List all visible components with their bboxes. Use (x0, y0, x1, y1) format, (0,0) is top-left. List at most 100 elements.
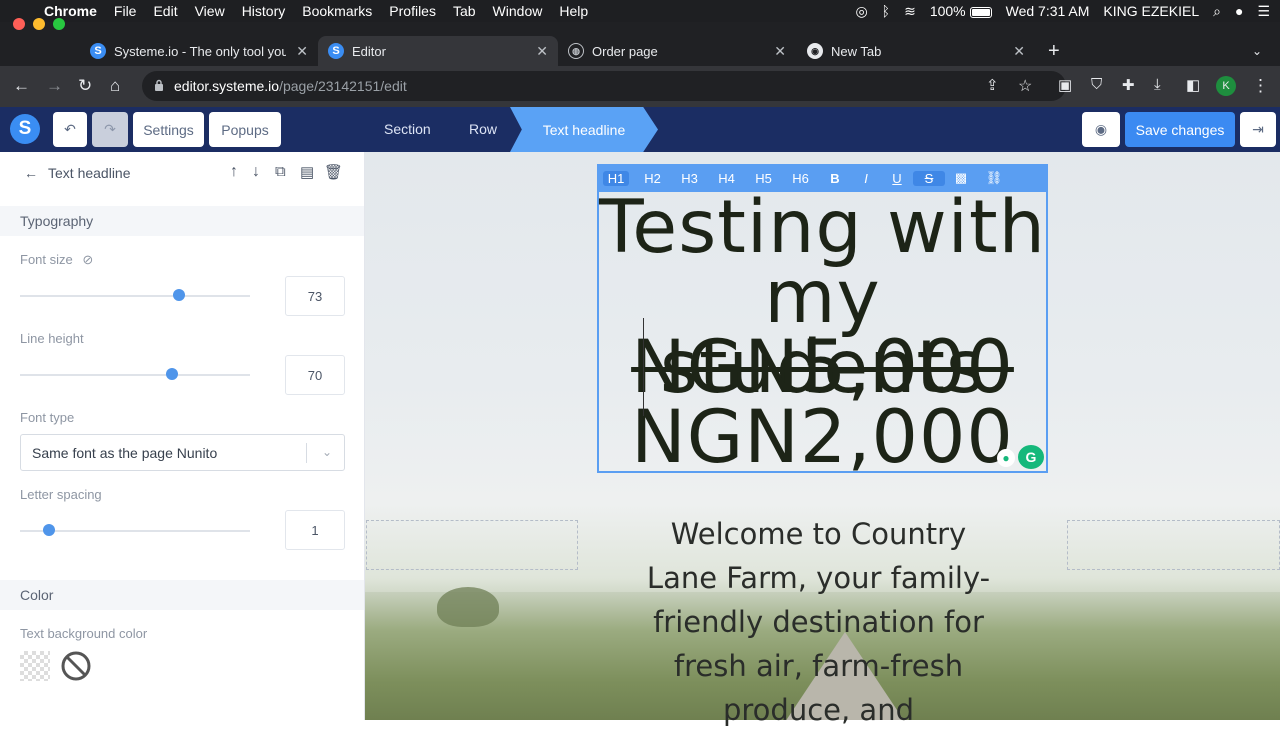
home-icon[interactable]: ⌂ (110, 76, 120, 96)
heading-h5-button[interactable]: H5 (745, 171, 782, 186)
sidebar-toggle-icon[interactable]: ◧ (1186, 76, 1200, 94)
share-icon[interactable]: ⇪ (986, 76, 999, 94)
menu-profiles[interactable]: Profiles (389, 3, 436, 19)
grammarly-bulb-icon[interactable]: ● (997, 449, 1015, 467)
tab-title: Editor (352, 43, 386, 59)
breadcrumb-row[interactable]: Row (469, 121, 497, 137)
tab-order-page[interactable]: ◍ Order page ✕ (558, 36, 796, 66)
siri-icon[interactable]: ● (1235, 3, 1243, 19)
redo-icon[interactable]: ↷ (92, 112, 128, 147)
line-height-slider-track[interactable] (20, 374, 250, 376)
headline-new-price[interactable]: NGN2,000 (598, 401, 1047, 474)
menu-history[interactable]: History (242, 3, 286, 19)
empty-column-placeholder-right[interactable] (1067, 520, 1280, 570)
font-size-slider-track[interactable] (20, 295, 250, 297)
extension-icon[interactable]: ▣ (1058, 76, 1072, 94)
typography-section-header[interactable]: Typography (0, 206, 364, 236)
heading-h3-button[interactable]: H3 (671, 171, 708, 186)
menu-app-name[interactable]: Chrome (44, 3, 97, 19)
control-center-icon[interactable]: ☰ (1257, 3, 1270, 20)
menu-file[interactable]: File (114, 3, 137, 19)
save-block-icon[interactable]: ▤ (300, 163, 314, 181)
delete-trash-icon[interactable]: 🗑 (324, 163, 343, 181)
grammarly-icon[interactable]: G (1018, 445, 1044, 469)
creative-cloud-icon[interactable]: ◎ (855, 3, 867, 20)
letter-spacing-input[interactable]: 1 (285, 510, 345, 550)
tab-close-icon[interactable]: ✕ (774, 43, 786, 60)
menu-help[interactable]: Help (559, 3, 588, 19)
save-changes-button[interactable]: Save changes (1125, 112, 1235, 147)
back-icon[interactable]: ← (13, 76, 30, 96)
battery-status[interactable]: 100% (930, 3, 992, 19)
breadcrumb-text-headline[interactable]: Text headline (510, 107, 658, 152)
profile-avatar[interactable]: K (1216, 76, 1236, 96)
font-size-label-text: Font size (20, 252, 73, 267)
move-up-icon[interactable]: ↑ (230, 163, 238, 181)
font-size-input[interactable]: 73 (285, 276, 345, 316)
heading-h4-button[interactable]: H4 (708, 171, 745, 186)
window-minimize-button[interactable] (33, 18, 45, 30)
address-bar[interactable]: editor.systeme.io/page/23142151/edit (142, 71, 1066, 101)
font-type-select[interactable]: Same font as the page Nunito ⌄ (20, 434, 345, 471)
popups-button[interactable]: Popups (209, 112, 281, 147)
link-icon[interactable]: ⛓ (977, 170, 1011, 186)
tab-close-icon[interactable]: ✕ (296, 43, 308, 60)
underline-button[interactable]: U (881, 171, 913, 186)
empty-column-placeholder-left[interactable] (366, 520, 578, 570)
bluetooth-icon[interactable]: ᛒ (882, 3, 890, 19)
welcome-paragraph[interactable]: Welcome to Country Lane Farm, your famil… (636, 512, 1001, 732)
preview-eye-icon[interactable]: ◉ (1082, 112, 1120, 147)
line-height-input[interactable]: 70 (285, 355, 345, 395)
user-name[interactable]: KING EZEKIEL (1103, 3, 1199, 19)
color-section-header[interactable]: Color (0, 580, 364, 610)
tab-close-icon[interactable]: ✕ (536, 43, 548, 60)
menu-tab[interactable]: Tab (453, 3, 476, 19)
window-close-button[interactable] (13, 18, 25, 30)
undo-icon[interactable]: ↶ (53, 112, 87, 147)
no-color-icon[interactable] (60, 650, 92, 682)
spotlight-search-icon[interactable]: ⌕ (1213, 3, 1221, 20)
menu-bookmarks[interactable]: Bookmarks (302, 3, 372, 19)
tab-systeme[interactable]: S Systeme.io - The only tool you ✕ (80, 36, 318, 66)
settings-button[interactable]: Settings (133, 112, 204, 147)
heading-h2-button[interactable]: H2 (634, 171, 671, 186)
menu-window[interactable]: Window (493, 3, 543, 19)
systeme-favicon-icon: S (328, 43, 344, 59)
font-size-slider-handle[interactable] (173, 289, 185, 301)
exit-editor-icon[interactable]: ⇥ (1240, 112, 1276, 147)
heading-h1-button[interactable]: H1 (603, 170, 629, 186)
menu-edit[interactable]: Edit (153, 3, 177, 19)
line-height-slider-handle[interactable] (166, 368, 178, 380)
duplicate-icon[interactable]: ⧉ (275, 163, 286, 180)
reload-icon[interactable]: ↻ (78, 76, 92, 96)
back-arrow-icon[interactable]: ← (24, 165, 38, 181)
tab-new-tab[interactable]: ◉ New Tab ✕ (797, 36, 1035, 66)
bookmark-star-icon[interactable]: ☆ (1018, 76, 1032, 96)
menu-view[interactable]: View (195, 3, 225, 19)
tab-close-icon[interactable]: ✕ (1013, 43, 1025, 60)
download-icon[interactable]: ⤓ (1154, 76, 1161, 93)
clock[interactable]: Wed 7:31 AM (1006, 3, 1090, 19)
window-zoom-button[interactable] (53, 18, 65, 30)
tab-search-chevron-icon[interactable]: ⌄ (1252, 36, 1262, 66)
breadcrumb-section[interactable]: Section (384, 121, 431, 137)
headline-line-1[interactable]: Testing with (598, 191, 1047, 264)
move-down-icon[interactable]: ↓ (252, 163, 260, 181)
heading-h6-button[interactable]: H6 (782, 171, 819, 186)
new-tab-button[interactable]: + (1048, 36, 1060, 66)
text-color-checker-icon[interactable]: ▩ (945, 170, 977, 186)
headline-old-price[interactable]: NGN5,000 (598, 331, 1047, 404)
tab-editor-active[interactable]: S Editor ✕ (318, 36, 558, 66)
shield-extension-icon[interactable]: ⛉ (1091, 76, 1102, 93)
strikethrough-button[interactable]: S (913, 170, 945, 186)
bold-button[interactable]: B (819, 171, 851, 186)
transparent-color-swatch[interactable] (20, 651, 50, 681)
chrome-menu-icon[interactable]: ⋮ (1252, 76, 1269, 96)
wifi-icon[interactable]: ≋ (904, 3, 916, 20)
letter-spacing-slider-handle[interactable] (43, 524, 55, 536)
reset-disabled-icon[interactable]: ⊘ (82, 252, 93, 267)
puzzle-extensions-icon[interactable]: ✚ (1122, 76, 1135, 94)
systeme-logo[interactable]: S (10, 114, 40, 144)
italic-button[interactable]: I (851, 171, 881, 186)
forward-icon[interactable]: → (46, 76, 63, 96)
